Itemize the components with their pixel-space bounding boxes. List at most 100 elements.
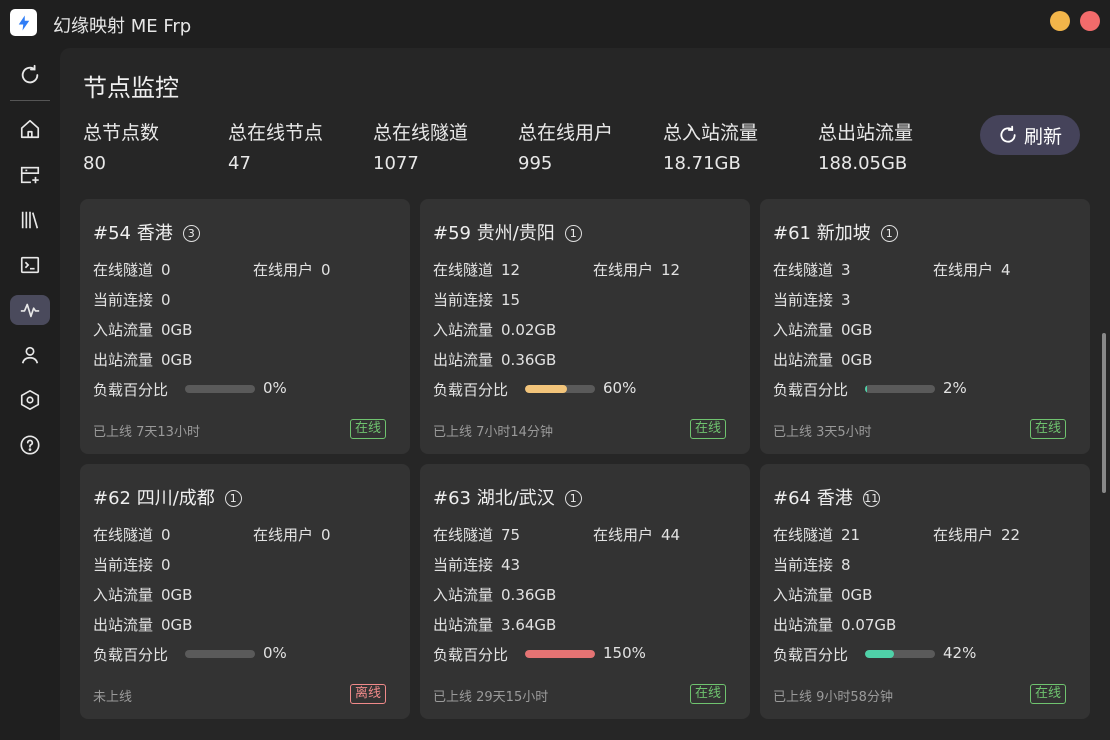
row-value: 0 [321,526,331,544]
status-badge: 在线 [690,419,727,439]
row-users: 在线用户 4 [933,259,1011,280]
row-value: 0GB [841,321,873,339]
node-card[interactable]: #61 新加坡 1 在线隧道 3 在线用户 4 当前连接 3 入站流量 0GB 出站流量… [760,199,1090,454]
title-bar: 幻缘映射 ME Frp [0,0,1110,48]
load-percent: 0% [263,644,287,662]
help-icon[interactable] [10,430,50,460]
row-value: 0.36GB [501,586,557,604]
row-tunnels: 在线隧道 0 [93,524,171,545]
sync-icon[interactable] [10,60,50,90]
load-bar [865,385,935,393]
row-value: 75 [501,526,521,544]
row-users: 在线用户 12 [593,259,680,280]
row-load: 负载百分比 [433,379,516,400]
row-label: 在线用户 [593,526,654,544]
close-button[interactable] [1080,11,1100,31]
row-label: 负载百分比 [93,381,169,399]
minimize-button[interactable] [1050,11,1070,31]
row-label: 在线隧道 [433,526,494,544]
row-load: 负载百分比 [93,379,176,400]
row-label: 在线隧道 [93,261,154,279]
stat-total-nodes: 总节点数 80 [83,118,159,174]
stat-label: 总出站流量 [818,122,914,144]
stat-value: 18.71GB [663,153,741,174]
node-count-badge: 1 [880,224,898,242]
tunnel-add-icon[interactable] [10,160,50,190]
row-users: 在线用户 22 [933,524,1020,545]
node-name: #61 新加坡 [773,223,871,244]
uptime-text: 已上线 3天5小时 [773,425,872,440]
node-title: #64 香港 11 [773,484,880,510]
settings-hex-icon[interactable] [10,385,50,415]
row-outbound: 出站流量 0.07GB [773,614,896,635]
row-users: 在线用户 0 [253,524,331,545]
node-card[interactable]: #54 香港 3 在线隧道 0 在线用户 0 当前连接 0 入站流量 0GB 出站流量 0… [80,199,410,454]
row-value: 0 [161,291,171,309]
load-bar-fill [525,385,567,393]
node-card[interactable]: #62 四川/成都 1 在线隧道 0 在线用户 0 当前连接 0 入站流量 0GB 出站… [80,464,410,719]
load-bar-track [865,650,935,658]
node-card[interactable]: #59 贵州/贵阳 1 在线隧道 12 在线用户 12 当前连接 15 入站流量 0.0… [420,199,750,454]
node-card[interactable]: #63 湖北/武汉 1 在线隧道 75 在线用户 44 当前连接 43 入站流量 0.3… [420,464,750,719]
stat-online-users: 总在线用户 995 [518,118,613,174]
row-value: 3 [841,291,851,309]
row-connections: 当前连接 0 [93,554,171,575]
node-card[interactable]: #64 香港 11 在线隧道 21 在线用户 22 当前连接 8 入站流量 0GB 出站… [760,464,1090,719]
user-icon[interactable] [10,340,50,370]
scrollbar[interactable] [1102,333,1106,493]
node-count-badge: 1 [564,224,582,242]
node-title: #61 新加坡 1 [773,219,898,245]
row-label: 出站流量 [433,351,494,369]
row-value: 0GB [841,351,873,369]
load-bar [525,385,595,393]
row-label: 当前连接 [773,291,834,309]
node-title: #54 香港 3 [93,219,200,245]
row-label: 负载百分比 [93,646,169,664]
row-value: 0 [321,261,331,279]
row-outbound: 出站流量 0.36GB [433,349,556,370]
row-load: 负载百分比 [93,644,176,665]
refresh-icon [1000,125,1016,143]
row-value: 0.36GB [501,351,557,369]
stat-label: 总在线隧道 [373,122,469,144]
stat-online-tunnels: 总在线隧道 1077 [373,118,468,174]
status-badge: 在线 [1030,684,1067,704]
sidebar [0,48,60,740]
row-inbound: 入站流量 0.02GB [433,319,556,340]
row-inbound: 入站流量 0GB [773,319,872,340]
uptime-text: 已上线 9小时58分钟 [773,690,893,705]
row-label: 在线用户 [253,261,314,279]
terminal-icon[interactable] [10,250,50,280]
row-connections: 当前连接 3 [773,289,851,310]
row-value: 12 [661,261,681,279]
row-inbound: 入站流量 0GB [93,584,192,605]
row-connections: 当前连接 15 [433,289,520,310]
uptime-text: 已上线 7天13小时 [93,425,200,440]
stat-value: 188.05GB [818,153,908,174]
row-label: 入站流量 [773,586,834,604]
row-value: 0GB [841,586,873,604]
sidebar-divider [10,100,50,101]
load-bar [865,650,935,658]
library-icon[interactable] [10,205,50,235]
load-bar-track [865,385,935,393]
refresh-button[interactable]: 刷新 [980,115,1080,155]
row-label: 在线用户 [593,261,654,279]
load-bar-track [185,385,255,393]
row-label: 负载百分比 [433,381,509,399]
row-value: 0 [161,556,171,574]
load-bar-fill [865,385,868,393]
monitor-icon[interactable] [10,295,50,325]
node-count-badge: 1 [564,489,582,507]
row-value: 0.07GB [841,616,897,634]
row-label: 负载百分比 [773,381,849,399]
home-icon[interactable] [10,114,50,144]
row-users: 在线用户 44 [593,524,680,545]
load-bar [185,385,255,393]
row-label: 入站流量 [433,586,494,604]
load-percent: 0% [263,379,287,397]
stat-value: 80 [83,153,106,174]
node-name: #54 香港 [93,223,173,244]
stat-online-nodes: 总在线节点 47 [228,118,323,174]
app-title: 幻缘映射 ME Frp [53,16,192,37]
